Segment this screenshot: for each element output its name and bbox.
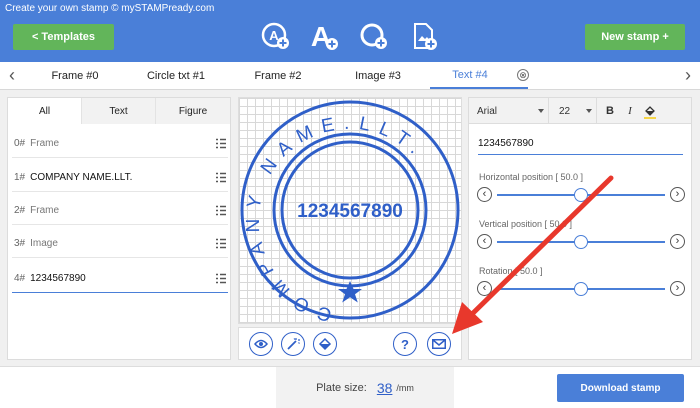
plate-size-input[interactable]: 38	[377, 380, 393, 396]
font-family-select[interactable]: Arial	[473, 98, 549, 124]
chevron-right-icon[interactable]: ›	[670, 187, 685, 202]
filter-tab-text[interactable]: Text	[82, 98, 156, 124]
fill-color-icon[interactable]	[643, 103, 657, 119]
horizontal-position-label: Horizontal position [ 50.0 ]	[479, 172, 584, 182]
help-button[interactable]: ?	[393, 332, 417, 356]
chevron-right-icon[interactable]: ›	[670, 281, 685, 296]
layer-name: 1234567890	[30, 273, 86, 284]
chevron-down-icon	[586, 109, 592, 113]
slider-knob[interactable]	[574, 188, 588, 202]
layer-name: COMPANY NAME.LLT.	[30, 172, 133, 183]
layer-item[interactable]: 2# Frame	[12, 197, 228, 225]
font-family-value: Arial	[477, 105, 498, 117]
list-icon[interactable]	[216, 238, 226, 249]
filter-tab-all[interactable]: All	[8, 98, 82, 124]
app-header: Create your own stamp © mySTAMPready.com…	[0, 0, 700, 62]
layer-index: 1#	[14, 172, 26, 183]
slider-knob[interactable]	[574, 282, 588, 296]
plate-size-label: Plate size:	[316, 382, 367, 394]
tab-frame-2[interactable]: Frame #2	[236, 62, 320, 89]
layer-index: 3#	[14, 238, 26, 249]
tab-circle-txt-1[interactable]: Circle txt #1	[128, 62, 224, 89]
bold-button[interactable]: B	[603, 103, 617, 119]
list-icon[interactable]	[216, 172, 226, 183]
add-text-icon[interactable]: A	[308, 20, 340, 52]
magic-wand-icon[interactable]	[281, 332, 305, 356]
stamp-preview: COMPANY NAME.LLT. 1234567890	[240, 100, 460, 325]
font-size-select[interactable]: 22	[553, 98, 597, 124]
chevron-left-icon[interactable]: ‹	[477, 187, 492, 202]
app-title: Create your own stamp © mySTAMPready.com	[5, 3, 215, 14]
envelope-icon[interactable]	[427, 332, 451, 356]
list-icon[interactable]	[216, 273, 226, 284]
font-size-value: 22	[559, 105, 571, 117]
rotation-slider[interactable]: ‹ ›	[477, 281, 685, 297]
text-properties-panel: Arial 22 B I 1234567890 Horizontal posit…	[468, 97, 692, 360]
layer-item[interactable]: 0# Frame	[12, 130, 228, 158]
vertical-position-label: Vertical position [ 50.0 ]	[479, 219, 573, 229]
add-circle-icon[interactable]	[358, 20, 390, 52]
layers-panel: All Text Figure 0# Frame 1# COMPANY NAME…	[7, 97, 231, 360]
layer-tabs: ‹ Frame #0 Circle txt #1 Frame #2 Image …	[0, 62, 700, 90]
layer-index: 2#	[14, 205, 26, 216]
layer-index: 0#	[14, 138, 26, 149]
add-circle-text-icon[interactable]: A	[260, 20, 292, 52]
stamp-canvas[interactable]: COMPANY NAME.LLT. 1234567890	[238, 97, 462, 325]
layer-item[interactable]: 3# Image	[12, 230, 228, 258]
italic-button[interactable]: I	[623, 103, 637, 119]
chevron-left-icon[interactable]: ‹	[477, 281, 492, 296]
tab-image-3[interactable]: Image #3	[334, 62, 422, 89]
tab-frame-0[interactable]: Frame #0	[34, 62, 116, 89]
tab-text-4[interactable]: Text #4	[430, 62, 528, 89]
new-stamp-button[interactable]: New stamp +	[585, 24, 685, 50]
layer-item[interactable]: 4# 1234567890	[12, 265, 228, 293]
eye-icon[interactable]	[249, 332, 273, 356]
chevron-down-icon	[538, 109, 544, 113]
layer-index: 4#	[14, 273, 26, 284]
canvas-toolbar: ?	[238, 327, 462, 360]
format-toolbar: Arial 22 B I	[469, 98, 691, 124]
layer-name: Frame	[30, 205, 60, 216]
rotation-label: Rotation [ 50.0 ]	[479, 266, 543, 276]
plate-size-box: Plate size: 38 /mm	[276, 367, 454, 408]
tabs-prev-arrow[interactable]: ‹	[2, 62, 22, 89]
tabs-next-arrow[interactable]: ›	[678, 62, 698, 89]
chevron-right-icon[interactable]: ›	[670, 234, 685, 249]
templates-button[interactable]: < Templates	[13, 24, 114, 50]
download-stamp-button[interactable]: Download stamp	[557, 374, 684, 402]
plate-size-unit: /mm	[396, 383, 414, 393]
vertical-position-slider[interactable]: ‹ ›	[477, 234, 685, 250]
footer-bar: Plate size: 38 /mm Download stamp	[0, 366, 700, 408]
chevron-left-icon[interactable]: ‹	[477, 234, 492, 249]
tab-close-icon[interactable]: ⊗	[517, 69, 529, 81]
filter-tab-figure[interactable]: Figure	[156, 98, 230, 124]
add-image-icon[interactable]	[408, 20, 440, 52]
layer-filter-tabs: All Text Figure	[8, 98, 230, 124]
layer-item[interactable]: 1# COMPANY NAME.LLT.	[12, 164, 228, 192]
horizontal-position-slider[interactable]: ‹ ›	[477, 187, 685, 203]
tab-text-4-label: Text #4	[452, 68, 488, 81]
stamp-center-text: 1234567890	[297, 201, 403, 222]
text-value-input[interactable]: 1234567890	[478, 135, 683, 155]
layer-name: Frame	[30, 138, 60, 149]
layer-name: Image	[30, 238, 58, 249]
list-icon[interactable]	[216, 138, 226, 149]
slider-knob[interactable]	[574, 235, 588, 249]
list-icon[interactable]	[216, 205, 226, 216]
paint-bucket-icon[interactable]	[313, 332, 337, 356]
